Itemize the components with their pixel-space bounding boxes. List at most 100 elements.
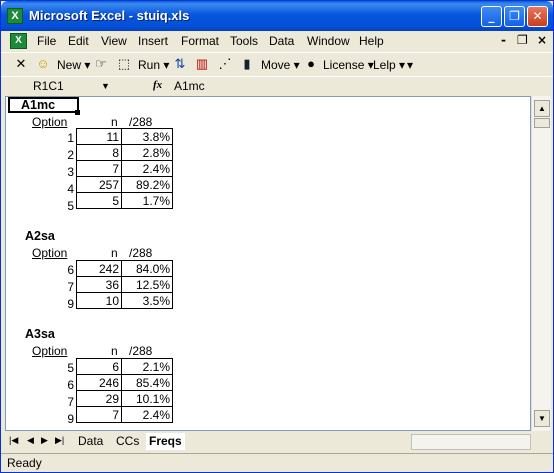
- name-box-dropdown-icon[interactable]: ▼: [101, 78, 110, 95]
- option-value[interactable]: 3: [46, 164, 74, 180]
- option-value[interactable]: 9: [46, 411, 74, 427]
- count-cell[interactable]: 36: [76, 276, 122, 293]
- smiley-icon[interactable]: ☺: [35, 56, 51, 72]
- license-button[interactable]: License ▾: [323, 57, 374, 73]
- menu-window[interactable]: Window: [307, 34, 350, 48]
- fx-icon[interactable]: fx: [153, 79, 162, 91]
- option-value[interactable]: 9: [46, 296, 74, 312]
- percent-cell[interactable]: 3.8%: [121, 128, 173, 145]
- count-cell[interactable]: 29: [76, 390, 122, 407]
- license-icon[interactable]: ●: [303, 56, 319, 72]
- count-cell[interactable]: 7: [76, 406, 122, 423]
- first-sheet-icon[interactable]: |◀: [9, 435, 18, 446]
- option-header[interactable]: Option: [32, 245, 67, 261]
- minimize-button[interactable]: _: [481, 6, 502, 27]
- scroll-up-icon[interactable]: ▲: [534, 100, 550, 117]
- prev-sheet-icon[interactable]: ◀: [27, 435, 34, 446]
- percent-cell[interactable]: 2.4%: [121, 406, 173, 423]
- percent-cell[interactable]: 10.1%: [121, 390, 173, 407]
- worksheet-grid[interactable]: A1mc Option n /288 1 2 3 4 5 11 3.8% 8 2.8…: [5, 96, 531, 431]
- lelp-label: Lelp: [373, 58, 396, 72]
- close-x-icon[interactable]: ✕: [13, 56, 29, 72]
- scatter-icon[interactable]: ⋰: [217, 56, 233, 72]
- move-button[interactable]: Move ▾: [261, 57, 300, 73]
- menu-file[interactable]: File: [37, 34, 56, 48]
- count-cell[interactable]: 5: [76, 192, 122, 209]
- sheet-tab-ccs[interactable]: CCs: [113, 433, 142, 450]
- option-value[interactable]: 2: [46, 147, 74, 163]
- menu-edit[interactable]: Edit: [68, 34, 89, 48]
- formula-input[interactable]: A1mc: [174, 79, 205, 93]
- count-cell[interactable]: 257: [76, 176, 122, 193]
- chart-icon[interactable]: ▥: [194, 56, 210, 72]
- workbook-icon[interactable]: X: [10, 33, 27, 49]
- option-value[interactable]: 5: [46, 198, 74, 214]
- percent-cell[interactable]: 1.7%: [121, 192, 173, 209]
- name-box[interactable]: R1C1: [3, 78, 113, 95]
- new-button[interactable]: New ▾: [57, 57, 90, 73]
- sheet-tab-data[interactable]: Data: [75, 433, 106, 450]
- scroll-thumb[interactable]: [534, 118, 550, 128]
- count-cell[interactable]: 242: [76, 260, 122, 277]
- doc-restore-icon[interactable]: ❐: [517, 33, 528, 47]
- count-cell[interactable]: 7: [76, 160, 122, 177]
- doc-minimize-icon[interactable]: -: [501, 33, 506, 47]
- title-bar[interactable]: X Microsoft Excel - stuiq.xls _ ❐ ✕: [1, 1, 553, 31]
- toolbar-options-icon[interactable]: ▾: [407, 57, 413, 73]
- scroll-down-icon[interactable]: ▼: [534, 410, 550, 427]
- horizontal-scrollbar[interactable]: [411, 434, 531, 450]
- n-header[interactable]: n: [111, 245, 118, 261]
- sort-icon[interactable]: ⇅: [172, 56, 188, 72]
- option-value[interactable]: 6: [46, 262, 74, 278]
- status-text: Ready: [7, 456, 42, 470]
- doc-close-icon[interactable]: ×: [537, 33, 547, 47]
- close-button[interactable]: ✕: [527, 6, 548, 27]
- excel-app-icon[interactable]: X: [7, 8, 23, 24]
- option-value[interactable]: 1: [46, 130, 74, 146]
- select-icon[interactable]: ⬚: [116, 56, 132, 72]
- percent-cell[interactable]: 12.5%: [121, 276, 173, 293]
- hand-icon[interactable]: ☞: [93, 56, 109, 72]
- count-cell[interactable]: 8: [76, 144, 122, 161]
- option-value[interactable]: 4: [46, 181, 74, 197]
- option-value[interactable]: 7: [46, 394, 74, 410]
- percent-cell[interactable]: 2.1%: [121, 358, 173, 375]
- percent-cell[interactable]: 2.4%: [121, 160, 173, 177]
- menu-format[interactable]: Format: [181, 34, 219, 48]
- sheet-tab-freqs[interactable]: Freqs: [146, 433, 185, 450]
- table-row: 6 2.1%: [76, 358, 173, 375]
- percent-cell[interactable]: 89.2%: [121, 176, 173, 193]
- question-title[interactable]: A1mc: [21, 97, 55, 113]
- count-cell[interactable]: 10: [76, 292, 122, 309]
- percent-cell[interactable]: 3.5%: [121, 292, 173, 309]
- vertical-scrollbar[interactable]: ▲ ▼: [531, 96, 551, 431]
- menu-data[interactable]: Data: [269, 34, 294, 48]
- option-value[interactable]: 7: [46, 279, 74, 295]
- next-sheet-icon[interactable]: ▶: [41, 435, 48, 446]
- question-title[interactable]: A2sa: [25, 228, 55, 244]
- percent-cell[interactable]: 2.8%: [121, 144, 173, 161]
- count-cell[interactable]: 246: [76, 374, 122, 391]
- menu-help[interactable]: Help: [359, 34, 384, 48]
- option-header[interactable]: Option: [32, 343, 67, 359]
- bar-chart-icon[interactable]: ▮: [239, 56, 255, 72]
- menu-tools[interactable]: Tools: [230, 34, 258, 48]
- maximize-button[interactable]: ❐: [504, 6, 525, 27]
- pct-header[interactable]: /288: [129, 343, 152, 359]
- percent-cell[interactable]: 85.4%: [121, 374, 173, 391]
- option-value[interactable]: 5: [46, 360, 74, 376]
- run-button[interactable]: Run ▾: [138, 57, 169, 73]
- lelp-button[interactable]: Lelp ▾: [373, 57, 405, 73]
- pct-header[interactable]: /288: [129, 245, 152, 261]
- fill-handle[interactable]: [75, 110, 80, 115]
- menu-insert[interactable]: Insert: [138, 34, 168, 48]
- n-header[interactable]: n: [111, 343, 118, 359]
- option-header[interactable]: Option: [32, 114, 67, 130]
- menu-view[interactable]: View: [101, 34, 127, 48]
- count-cell[interactable]: 11: [76, 128, 122, 145]
- last-sheet-icon[interactable]: ▶|: [55, 435, 64, 446]
- percent-cell[interactable]: 84.0%: [121, 260, 173, 277]
- option-value[interactable]: 6: [46, 377, 74, 393]
- question-title[interactable]: A3sa: [25, 326, 55, 342]
- count-cell[interactable]: 6: [76, 358, 122, 375]
